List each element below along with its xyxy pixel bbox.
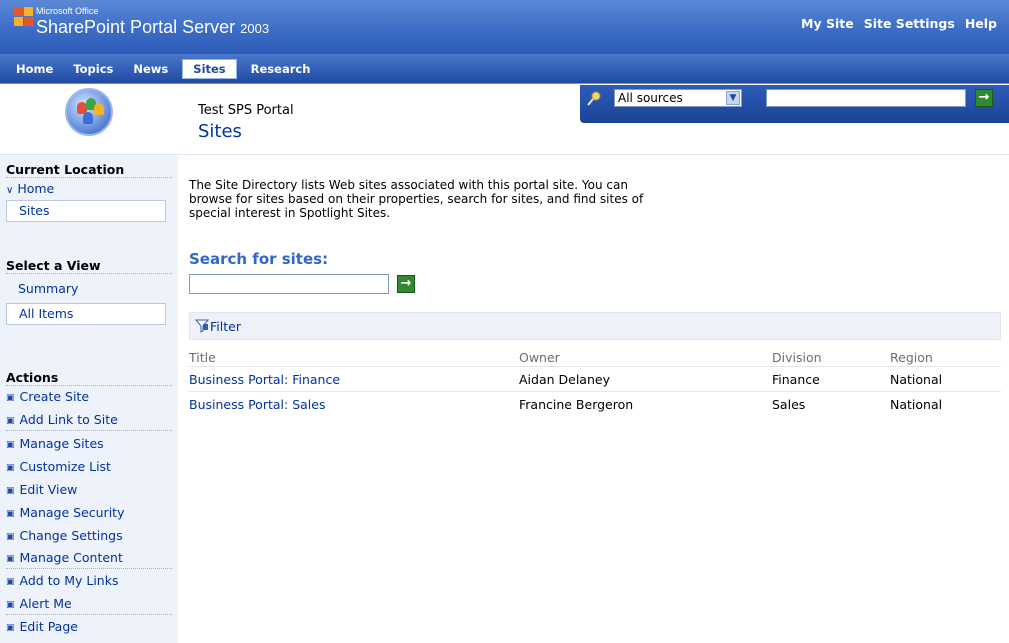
bullet-icon: ▣: [6, 486, 15, 496]
portal-search-go-button[interactable]: →: [975, 89, 993, 107]
site-owner: Aidan Delaney: [519, 372, 610, 387]
column-header-owner[interactable]: Owner: [519, 350, 560, 365]
divider: [6, 430, 172, 431]
action-manage-content[interactable]: ▣ Manage Content: [6, 550, 123, 565]
tab-home[interactable]: Home: [6, 60, 63, 78]
action-alert-me[interactable]: ▣ Alert Me: [6, 596, 72, 611]
location-current-item[interactable]: Sites: [6, 200, 166, 222]
divider: [6, 614, 172, 615]
location-home-link[interactable]: ∨ Home: [6, 181, 54, 196]
bullet-icon: ▣: [6, 416, 15, 426]
column-header-region[interactable]: Region: [890, 350, 933, 365]
action-change-settings[interactable]: ▣ Change Settings: [6, 528, 123, 543]
bullet-icon: ▣: [6, 463, 15, 473]
select-view-heading: Select a View: [6, 258, 101, 273]
column-header-division[interactable]: Division: [772, 350, 822, 365]
product-line-label: Microsoft Office: [36, 6, 99, 16]
action-add-link-to-site[interactable]: ▣ Add Link to Site: [6, 412, 118, 427]
action-edit-page[interactable]: ▣ Edit Page: [6, 619, 78, 634]
page-header: Test SPS Portal Sites All sources ▼ →: [0, 85, 1009, 155]
view-all-items[interactable]: All Items: [6, 303, 166, 325]
portal-search-area: All sources ▼ →: [580, 85, 1009, 123]
source-select-value: All sources: [618, 91, 683, 105]
divider: [6, 177, 172, 178]
nav-tabs: Home Topics News Sites Research: [6, 59, 320, 79]
site-title-link[interactable]: Business Portal: Sales: [189, 397, 325, 412]
bullet-icon: ▣: [6, 577, 15, 587]
portal-people-icon: [65, 88, 113, 136]
left-nav: Current Location ∨ Home Sites Select a V…: [0, 156, 178, 643]
portal-search-input[interactable]: [766, 89, 966, 107]
filter-bar: Filter: [189, 312, 1001, 340]
office-logo-icon: [14, 7, 34, 27]
site-region: National: [890, 372, 943, 387]
action-create-site[interactable]: ▣ Create Site: [6, 389, 89, 404]
site-search-go-button[interactable]: →: [397, 275, 415, 293]
product-title: SharePoint Portal Server 2003: [36, 17, 269, 38]
tab-sites[interactable]: Sites: [182, 59, 237, 79]
bullet-icon: ▣: [6, 393, 15, 403]
divider: [6, 273, 172, 274]
tab-research[interactable]: Research: [241, 60, 321, 78]
header-divider: [189, 366, 1001, 367]
bullet-icon: ▣: [6, 554, 15, 564]
source-select[interactable]: All sources ▼: [614, 89, 742, 107]
site-search-input[interactable]: [189, 274, 389, 294]
nav-bar: Home Topics News Sites Research: [0, 54, 1009, 84]
action-customize-list[interactable]: ▣ Customize List: [6, 459, 111, 474]
bullet-icon: ▣: [6, 509, 15, 519]
action-manage-sites[interactable]: ▣ Manage Sites: [6, 436, 104, 451]
view-summary-link[interactable]: Summary: [18, 281, 78, 296]
chevron-down-icon[interactable]: ▼: [726, 91, 740, 105]
bullet-icon: ▣: [6, 623, 15, 633]
action-edit-view[interactable]: ▣ Edit View: [6, 482, 77, 497]
portal-logo-area: [0, 85, 178, 155]
row-divider: [189, 391, 1001, 392]
page-title: Sites: [198, 121, 242, 142]
current-location-heading: Current Location: [6, 162, 125, 177]
site-region: National: [890, 397, 943, 412]
search-sites-heading: Search for sites:: [189, 250, 329, 268]
divider: [6, 385, 172, 386]
my-site-link[interactable]: My Site: [801, 16, 854, 31]
tab-news[interactable]: News: [123, 60, 178, 78]
help-link[interactable]: Help: [965, 16, 997, 31]
filter-icon[interactable]: [195, 319, 209, 333]
portal-name: Test SPS Portal: [198, 103, 294, 118]
bullet-icon: ▣: [6, 440, 15, 450]
divider: [6, 568, 172, 569]
column-header-title[interactable]: Title: [189, 350, 216, 365]
intro-text: The Site Directory lists Web sites assoc…: [189, 178, 644, 220]
site-division: Sales: [772, 397, 806, 412]
top-links: My Site Site Settings Help: [801, 16, 997, 31]
search-key-icon: [587, 91, 601, 106]
site-owner: Francine Bergeron: [519, 397, 634, 412]
product-year: 2003: [240, 21, 270, 36]
site-division: Finance: [772, 372, 820, 387]
bullet-icon: ▣: [6, 600, 15, 610]
tab-topics[interactable]: Topics: [63, 60, 123, 78]
actions-heading: Actions: [6, 370, 59, 385]
location-home-label: Home: [17, 181, 55, 196]
filter-link[interactable]: Filter: [210, 319, 241, 334]
title-bar: Microsoft Office SharePoint Portal Serve…: [0, 0, 1009, 54]
action-add-to-my-links[interactable]: ▣ Add to My Links: [6, 573, 118, 588]
bullet-icon: ▣: [6, 532, 15, 542]
product-name: SharePoint Portal Server: [36, 17, 236, 37]
action-manage-security[interactable]: ▣ Manage Security: [6, 505, 124, 520]
site-title-link[interactable]: Business Portal: Finance: [189, 372, 340, 387]
site-settings-link[interactable]: Site Settings: [864, 16, 955, 31]
chevron-down-icon: ∨: [6, 185, 14, 196]
